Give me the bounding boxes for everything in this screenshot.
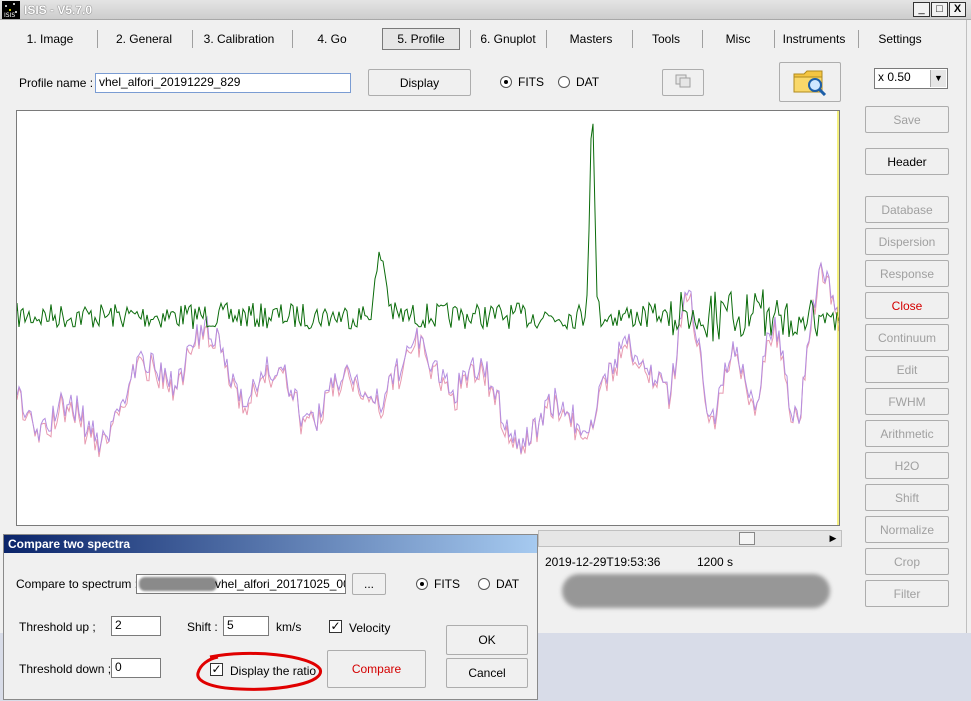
spectrum-plot[interactable] — [16, 110, 840, 526]
fits-label: FITS — [518, 75, 544, 89]
dispersion-button[interactable]: Dispersion — [865, 228, 949, 255]
tab-tools[interactable]: Tools — [640, 28, 692, 50]
copy-button[interactable] — [662, 69, 704, 96]
tab-separator — [702, 30, 703, 48]
header-button[interactable]: Header — [865, 148, 949, 175]
plot-scrollbar[interactable]: ▶ — [538, 530, 842, 547]
shift-label: Shift : — [187, 620, 218, 634]
dat-label: DAT — [576, 75, 600, 89]
threshold-down-label: Threshold down ; — [19, 662, 112, 676]
tab-image[interactable]: 1. Image — [20, 28, 80, 50]
response-button[interactable]: Response — [865, 260, 949, 287]
browse-button[interactable]: ... — [352, 573, 386, 595]
shift-button[interactable]: Shift — [865, 484, 949, 511]
close-icon: X — [953, 3, 962, 15]
dialog-fits-label: FITS — [434, 577, 460, 591]
open-folder-button[interactable] — [779, 62, 841, 102]
threshold-up-label: Threshold up ; — [19, 620, 96, 634]
tab-go[interactable]: 4. Go — [304, 28, 360, 50]
redacted-area — [562, 574, 830, 608]
h2o-button[interactable]: H2O — [865, 452, 949, 479]
compare-to-label: Compare to spectrum : — [16, 577, 139, 591]
dialog-dat-label: DAT — [496, 577, 520, 591]
close-button[interactable]: Close — [865, 292, 949, 319]
compare-dialog: Compare two spectra Compare to spectrum … — [3, 534, 538, 700]
ratio-line — [16, 123, 840, 342]
svg-text:ISIS: ISIS — [4, 12, 15, 19]
fwhm-button[interactable]: FWHM — [865, 388, 949, 415]
tab-instruments[interactable]: Instruments — [780, 28, 848, 50]
tab-separator — [774, 30, 775, 48]
tab-separator — [292, 30, 293, 48]
plot-canvas — [16, 111, 840, 525]
profile-name-input[interactable]: vhel_alfori_20191229_829 — [95, 73, 351, 93]
filter-button[interactable]: Filter — [865, 580, 949, 607]
velocity-label: Velocity — [349, 621, 391, 635]
tab-profile[interactable]: 5. Profile — [382, 28, 460, 50]
display-button[interactable]: Display — [368, 69, 471, 96]
profile-name-label: Profile name : — [19, 76, 94, 90]
shift-unit: km/s — [276, 620, 302, 634]
dialog-fits-radio[interactable] — [416, 578, 428, 590]
dialog-title: Compare two spectra — [4, 535, 537, 553]
fits-radio[interactable] — [500, 76, 512, 88]
continuum-button[interactable]: Continuum — [865, 324, 949, 351]
scrollbar-thumb[interactable] — [739, 532, 755, 545]
save-button[interactable]: Save — [865, 106, 949, 133]
threshold-down-input[interactable]: 0 — [111, 658, 161, 678]
compare-spectrum-input[interactable]: vhel_alfori_20171025_005 — [136, 574, 346, 594]
title-bar: ISIS ISIS - V5.7.0 _ □ X — [0, 0, 971, 20]
tab-separator — [470, 30, 471, 48]
compare-button[interactable]: Compare — [327, 650, 426, 688]
dialog-dat-radio[interactable] — [478, 578, 490, 590]
tab-calibration[interactable]: 3. Calibration — [200, 28, 278, 50]
window-title: ISIS - V5.7.0 — [24, 3, 93, 17]
tab-separator — [192, 30, 193, 48]
maximize-button[interactable]: □ — [931, 2, 948, 17]
tab-separator — [858, 30, 859, 48]
tab-gnuplot[interactable]: 6. Gnuplot — [474, 28, 542, 50]
minimize-icon: _ — [918, 3, 925, 15]
dat-radio[interactable] — [558, 76, 570, 88]
window-edge — [966, 20, 971, 633]
copy-icon — [674, 73, 692, 92]
zoom-value: x 0.50 — [878, 70, 911, 84]
threshold-up-input[interactable]: 2 — [111, 616, 161, 636]
tab-separator — [546, 30, 547, 48]
highlight-annotation — [196, 651, 322, 691]
database-button[interactable]: Database — [865, 196, 949, 223]
compare-spectrum-value: vhel_alfori_20171025_005 — [215, 577, 346, 591]
shift-input[interactable]: 5 — [223, 616, 269, 636]
zoom-select[interactable]: x 0.50 ▼ — [874, 68, 948, 89]
tab-separator — [97, 30, 98, 48]
edit-button[interactable]: Edit — [865, 356, 949, 383]
crop-button[interactable]: Crop — [865, 548, 949, 575]
cancel-button[interactable]: Cancel — [446, 658, 528, 688]
maximize-icon: □ — [936, 3, 943, 15]
tab-general[interactable]: 2. General — [110, 28, 178, 50]
ok-button[interactable]: OK — [446, 625, 528, 655]
tab-misc[interactable]: Misc — [712, 28, 764, 50]
arithmetic-button[interactable]: Arithmetic — [865, 420, 949, 447]
exposure-time: 1200 s — [697, 555, 734, 569]
tab-separator — [632, 30, 633, 48]
normalize-button[interactable]: Normalize — [865, 516, 949, 543]
tab-masters[interactable]: Masters — [562, 28, 620, 50]
close-button[interactable]: X — [949, 2, 966, 17]
chevron-down-icon: ▼ — [930, 70, 946, 87]
isis-logo-icon: ISIS — [2, 1, 20, 19]
velocity-checkbox[interactable]: ✓ — [329, 620, 342, 633]
redacted-path — [139, 577, 217, 591]
tab-settings[interactable]: Settings — [870, 28, 930, 50]
minimize-button[interactable]: _ — [913, 2, 930, 17]
observation-date: 2019-12-29T19:53:36 — [545, 555, 661, 569]
folder-search-icon — [792, 66, 828, 99]
scroll-right-icon[interactable]: ▶ — [826, 532, 840, 545]
